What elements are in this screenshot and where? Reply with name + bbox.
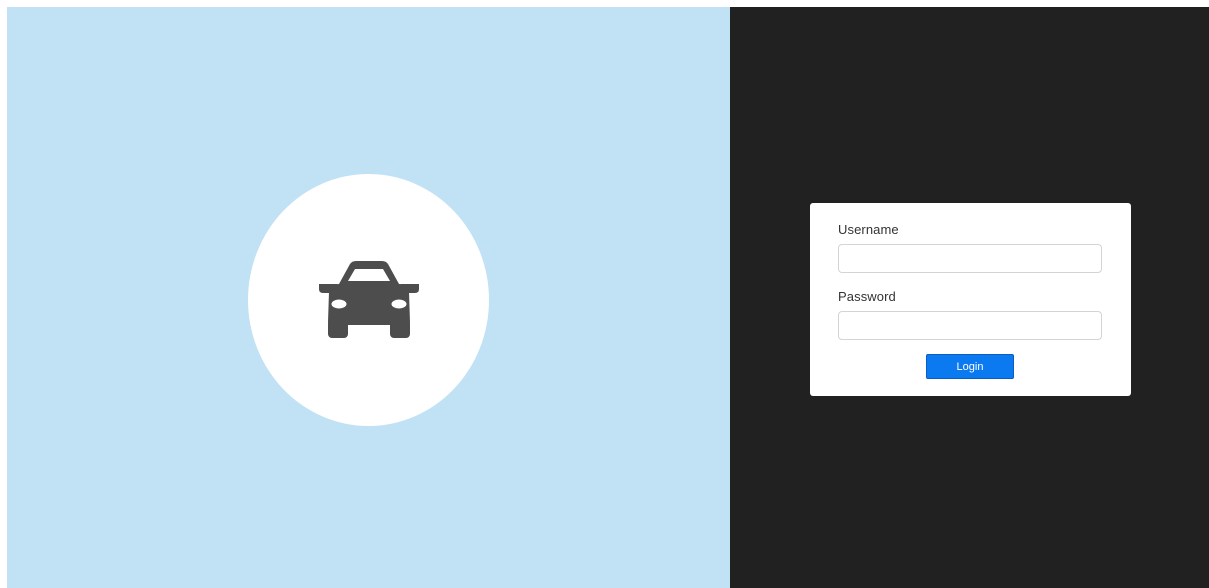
login-card: Username Password Login	[810, 203, 1131, 396]
logo-circle	[248, 174, 489, 426]
car-icon	[318, 258, 419, 343]
app-frame: Username Password Login	[7, 7, 1209, 588]
username-input[interactable]	[838, 244, 1102, 273]
login-panel: Username Password Login	[730, 7, 1209, 588]
login-button[interactable]: Login	[926, 354, 1014, 379]
password-label: Password	[838, 289, 896, 304]
password-input[interactable]	[838, 311, 1102, 340]
username-label: Username	[838, 222, 899, 237]
brand-panel	[7, 7, 730, 588]
